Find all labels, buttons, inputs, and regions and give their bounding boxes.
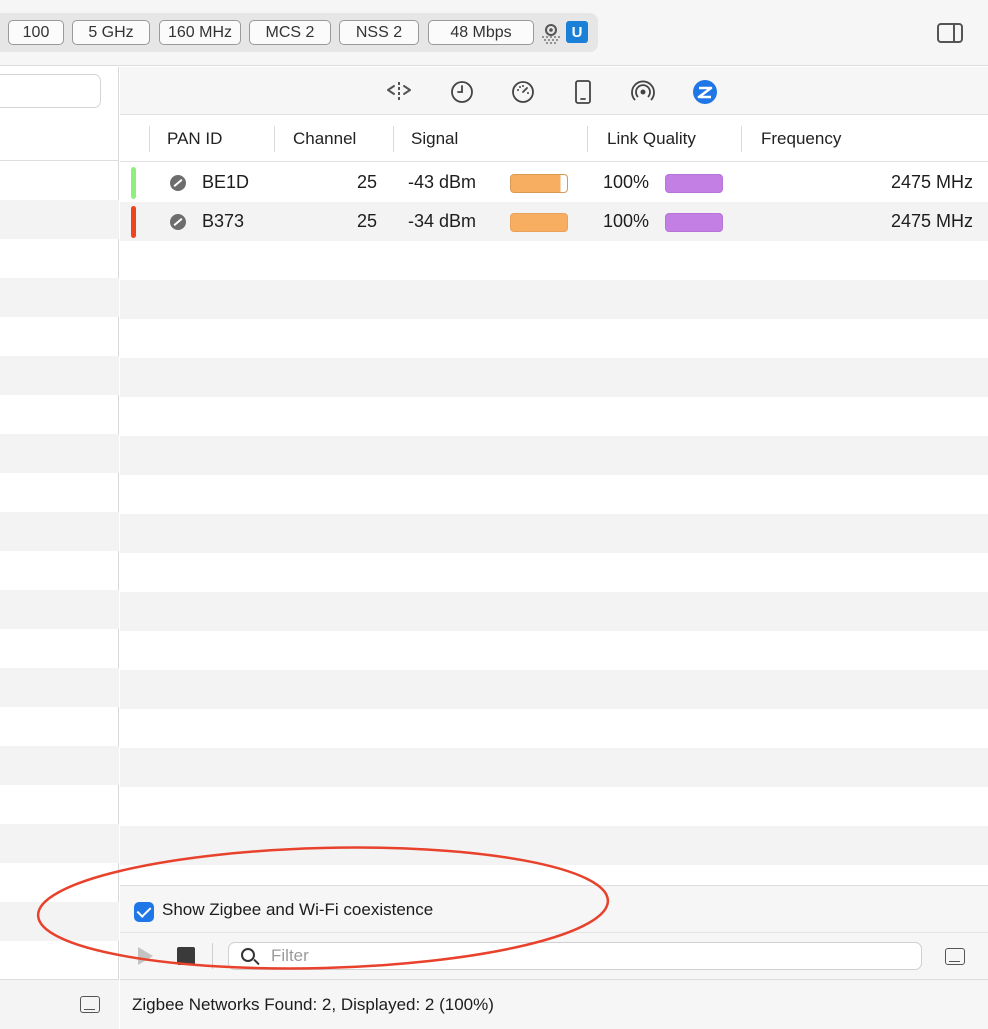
search-icon bbox=[241, 948, 255, 962]
empty-row bbox=[120, 748, 988, 787]
status-bar: Zigbee Networks Found: 2, Displayed: 2 (… bbox=[120, 979, 988, 1029]
left-row-stripe bbox=[0, 434, 119, 473]
left-row-stripe bbox=[0, 512, 119, 551]
status-text: Zigbee Networks Found: 2, Displayed: 2 (… bbox=[132, 995, 494, 1014]
left-footer bbox=[0, 979, 119, 1029]
pan-id-cell: BE1D bbox=[202, 172, 250, 192]
column-header: PAN ID Channel Signal Link Quality Frequ… bbox=[120, 116, 988, 162]
empty-row bbox=[120, 436, 988, 475]
left-row-stripe bbox=[0, 824, 119, 863]
empty-row bbox=[120, 592, 988, 631]
phone-icon bbox=[575, 80, 591, 104]
filter-bar: Filter bbox=[120, 933, 988, 979]
left-pane bbox=[0, 67, 119, 1029]
link-quality-cell: 100% bbox=[603, 211, 650, 231]
toolbar: 100 5 GHz 160 MHz MCS 2 NSS 2 48 Mbps U bbox=[0, 0, 988, 66]
band-pill: 5 GHz bbox=[72, 20, 150, 45]
coexistence-bar: Show Zigbee and Wi-Fi coexistence bbox=[120, 885, 988, 933]
frequency-cell: 2475 MHz bbox=[890, 211, 973, 231]
left-row-stripe bbox=[0, 356, 119, 395]
column-separator bbox=[149, 126, 150, 152]
signal-bar bbox=[510, 174, 568, 193]
column-pan-id[interactable]: PAN ID bbox=[167, 116, 222, 162]
rssi-pill: 100 bbox=[8, 20, 64, 45]
wifi-scan-icon bbox=[387, 82, 411, 102]
tab-broadcast[interactable] bbox=[630, 79, 656, 105]
row-color-marker bbox=[131, 167, 136, 199]
left-search-field[interactable] bbox=[0, 74, 101, 108]
tab-devices[interactable] bbox=[570, 79, 596, 105]
column-channel[interactable]: Channel bbox=[293, 116, 356, 162]
coexistence-label[interactable]: Show Zigbee and Wi-Fi coexistence bbox=[162, 886, 433, 934]
signal-bar bbox=[510, 213, 568, 232]
link-quality-bar bbox=[665, 174, 723, 193]
nss-pill: NSS 2 bbox=[339, 20, 419, 45]
tab-history[interactable] bbox=[449, 79, 475, 105]
tab-bar bbox=[120, 67, 988, 115]
coexistence-checkbox[interactable] bbox=[134, 902, 154, 922]
clock-icon bbox=[451, 81, 473, 103]
left-row-stripe bbox=[0, 200, 119, 239]
empty-row bbox=[120, 670, 988, 709]
zigbee-icon bbox=[170, 214, 186, 230]
empty-row bbox=[120, 514, 988, 553]
pan-id-cell: B373 bbox=[202, 211, 245, 231]
mcs-pill: MCS 2 bbox=[249, 20, 331, 45]
tab-zigbee[interactable] bbox=[692, 79, 718, 105]
column-frequency[interactable]: Frequency bbox=[761, 116, 841, 162]
row-color-marker bbox=[131, 206, 136, 238]
column-separator bbox=[393, 126, 394, 152]
link-quality-cell: 100% bbox=[603, 172, 650, 192]
rate-pill: 48 Mbps bbox=[428, 20, 534, 45]
left-row-stripe bbox=[0, 902, 119, 941]
left-row-stripe bbox=[0, 746, 119, 785]
column-separator bbox=[741, 126, 742, 152]
channel-cell: 25 bbox=[356, 211, 377, 231]
zigbee-icon bbox=[693, 80, 717, 104]
tab-wifi-scan[interactable] bbox=[386, 79, 412, 105]
gauge-icon bbox=[512, 81, 534, 103]
left-row-stripe bbox=[0, 668, 119, 707]
zigbee-icon bbox=[170, 175, 186, 191]
play-icon[interactable] bbox=[138, 947, 153, 965]
empty-row bbox=[120, 826, 988, 865]
channel-cell: 25 bbox=[356, 172, 377, 192]
right-pane: PAN ID Channel Signal Link Quality Frequ… bbox=[120, 67, 988, 1029]
column-separator bbox=[587, 126, 588, 152]
link-quality-bar bbox=[665, 213, 723, 232]
ubiquiti-icon[interactable]: U bbox=[566, 21, 588, 43]
left-row-stripe bbox=[0, 590, 119, 629]
divider bbox=[212, 943, 213, 969]
filter-placeholder: Filter bbox=[271, 946, 309, 965]
left-column-header bbox=[0, 115, 119, 161]
column-separator bbox=[274, 126, 275, 152]
table-row[interactable]: B373 25 -34 dBm 100% 2475 MHz bbox=[120, 202, 988, 241]
table-row[interactable]: BE1D 25 -43 dBm 100% 2475 MHz bbox=[120, 163, 988, 202]
tab-speed[interactable] bbox=[510, 79, 536, 105]
stop-icon[interactable] bbox=[177, 947, 195, 965]
left-row-stripe bbox=[0, 278, 119, 317]
signal-cell: -43 dBm bbox=[408, 172, 477, 192]
wifi-scan-icon bbox=[539, 21, 563, 45]
console-tray-icon[interactable] bbox=[945, 948, 965, 965]
connection-info-bar: 100 5 GHz 160 MHz MCS 2 NSS 2 48 Mbps U bbox=[0, 13, 598, 52]
empty-row bbox=[120, 280, 988, 319]
signal-cell: -34 dBm bbox=[408, 211, 477, 231]
empty-row bbox=[120, 358, 988, 397]
left-tray-icon[interactable] bbox=[80, 996, 100, 1013]
width-pill: 160 MHz bbox=[159, 20, 241, 45]
signal-broadcast-icon bbox=[631, 80, 655, 101]
column-signal[interactable]: Signal bbox=[411, 116, 458, 162]
frequency-cell: 2475 MHz bbox=[890, 172, 973, 192]
filter-input[interactable]: Filter bbox=[228, 942, 922, 970]
sidebar-toggle-icon[interactable] bbox=[937, 23, 963, 43]
column-link-quality[interactable]: Link Quality bbox=[607, 116, 696, 162]
